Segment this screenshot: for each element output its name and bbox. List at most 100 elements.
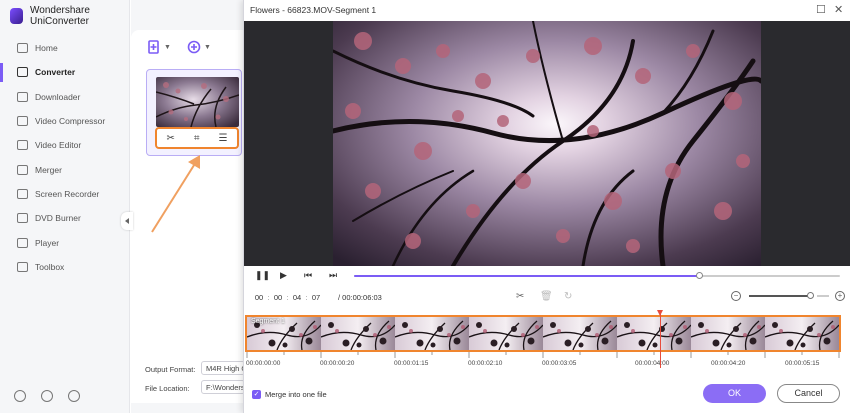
zoom-slider-remainder [817,295,829,297]
thumbnail-image [156,77,239,127]
ruler-tick-label: 00:00:04:20 [711,360,746,367]
add-more-button[interactable]: ▼ [187,38,211,56]
ruler-tick-label: 00:00:04:00 [635,360,670,367]
bell-icon[interactable] [41,390,53,402]
player-icon [17,237,28,248]
file-thumbnail [156,77,239,127]
crop-icon[interactable]: ⌗ [194,133,200,144]
time-hours[interactable]: 00 [252,293,266,302]
sidebar-item-toolbox[interactable]: Toolbox [0,255,130,279]
ruler-tick-label: 00:00:05:15 [785,360,820,367]
sidebar-item-label: Downloader [35,91,81,102]
chevron-down-icon: ▼ [204,43,211,51]
output-format-select[interactable]: M4R High Q [201,361,245,375]
sidebar-item-video-compressor[interactable]: Video Compressor [0,109,130,133]
sidebar-item-label: DVD Burner [35,213,81,224]
sidebar-item-downloader[interactable]: Downloader [0,85,130,109]
playback-progress-fill [354,275,700,277]
add-more-icon [187,40,201,54]
home-icon [17,43,28,54]
app-title-bar: Wondershare UniConverter [10,5,129,27]
zoom-in-icon[interactable]: + [835,291,845,301]
sidebar-item-screen-recorder[interactable]: Screen Recorder [0,182,130,206]
sidebar-item-label: Video Editor [35,140,82,151]
sidebar-item-label: Screen Recorder [35,188,100,199]
help-icon[interactable] [14,390,26,402]
sidebar-item-home[interactable]: Home [0,36,130,60]
timeline-zoom: − + [731,291,845,301]
sidebar-item-video-editor[interactable]: Video Editor [0,133,130,157]
sidebar-item-player[interactable]: Player [0,230,130,254]
dvd-icon [17,213,28,224]
toolbox-icon [17,261,28,272]
play-segment-icon[interactable]: ▶ [280,270,287,281]
screen-recorder-icon [17,188,28,199]
chevron-down-icon: ▼ [164,43,171,51]
time-minutes[interactable]: 00 [271,293,285,302]
close-icon[interactable]: ✕ [834,3,843,16]
sidebar-item-label: Player [35,237,60,248]
playback-progress-handle[interactable] [696,272,704,279]
delete-icon[interactable]: 🗑 [540,291,553,302]
cancel-button[interactable]: Cancel [777,384,840,403]
zoom-slider-handle[interactable] [807,292,814,299]
file-card[interactable]: ✂ ⌗ ☰ [146,69,242,156]
ruler-tick-label: 00:00:03:05 [542,360,577,367]
video-editor-icon [17,140,28,151]
video-preview[interactable] [333,21,761,266]
file-location-label: File Location: [145,384,190,393]
merge-checkbox[interactable]: ✓ [252,390,261,399]
video-frame-image [333,21,761,266]
video-player [244,21,850,266]
card-action-bar: ✂ ⌗ ☰ [155,127,239,149]
cut-icon[interactable]: ✂ [516,291,524,302]
playback-progress-bar[interactable] [354,272,840,279]
redo-icon[interactable]: ↻ [564,291,572,302]
ruler-tick-label: 00:00:01:15 [394,360,429,367]
ruler-tick-label: 00:00:00:20 [320,360,355,367]
trim-icon[interactable]: ✂ [167,133,175,144]
sidebar-item-label: Merger [35,164,62,175]
downloader-icon [17,91,28,102]
zoom-out-icon[interactable]: − [731,291,741,301]
sidebar-collapse-toggle[interactable] [121,212,133,230]
time-seconds[interactable]: 04 [290,293,304,302]
ok-button[interactable]: OK [703,384,766,403]
ruler-tick-label: 00:00:02:10 [468,360,503,367]
annotation-arrow [151,155,200,233]
zoom-slider[interactable] [749,292,814,299]
playback-controls: ❚❚ ▶ ⏮ ⏭ [244,266,850,286]
timeline-strip[interactable]: Segment 1 [245,315,841,352]
app-logo-icon [10,8,24,24]
pause-icon[interactable]: ❚❚ [255,270,270,281]
sidebar-item-merger[interactable]: Merger [0,157,130,181]
sidebar-item-label: Toolbox [35,261,65,272]
sidebar-item-dvd-burner[interactable]: DVD Burner [0,206,130,230]
dialog-title: Flowers - 66823.MOV-Segment 1 [250,5,377,15]
time-row: 00: 00: 04: 07 / 00:00:06:03 ✂ 🗑 ↻ − + [244,290,850,306]
effects-icon[interactable]: ☰ [219,133,228,144]
output-format-label: Output Format: [145,365,196,374]
sidebar-bottom-icons [14,390,80,402]
segment-label: Segment 1 [251,318,285,325]
dialog-footer: ✓ Merge into one file OK Cancel [244,380,850,410]
maximize-icon[interactable]: ☐ [816,3,826,16]
time-frames[interactable]: 07 [309,293,323,302]
feedback-icon[interactable] [68,390,80,402]
sidebar-item-label: Converter [35,67,76,78]
ruler-tick-label: 00:00:00:00 [246,360,281,367]
merge-label: Merge into one file [265,390,327,399]
file-location-field[interactable]: F:\Wonders [201,380,245,394]
timeline-thumbnails [247,317,839,350]
compressor-icon [17,116,28,127]
sidebar-item-label: Video Compressor [35,116,106,127]
sidebar-item-converter[interactable]: Converter [0,60,130,84]
trim-dialog: Flowers - 66823.MOV-Segment 1 ☐ ✕ ❚❚ ▶ ⏮… [243,0,850,413]
sidebar-nav: Home Converter Downloader Video Compress… [0,36,130,279]
app-title: Wondershare UniConverter [30,5,90,27]
skip-back-icon[interactable]: ⏮ [304,270,312,281]
skip-forward-icon[interactable]: ⏭ [329,270,337,281]
current-time-input[interactable]: 00: 00: 04: 07 [252,290,323,304]
app-sidebar: Wondershare UniConverter Home Converter … [0,0,130,413]
add-file-button[interactable]: ▼ [147,38,171,56]
